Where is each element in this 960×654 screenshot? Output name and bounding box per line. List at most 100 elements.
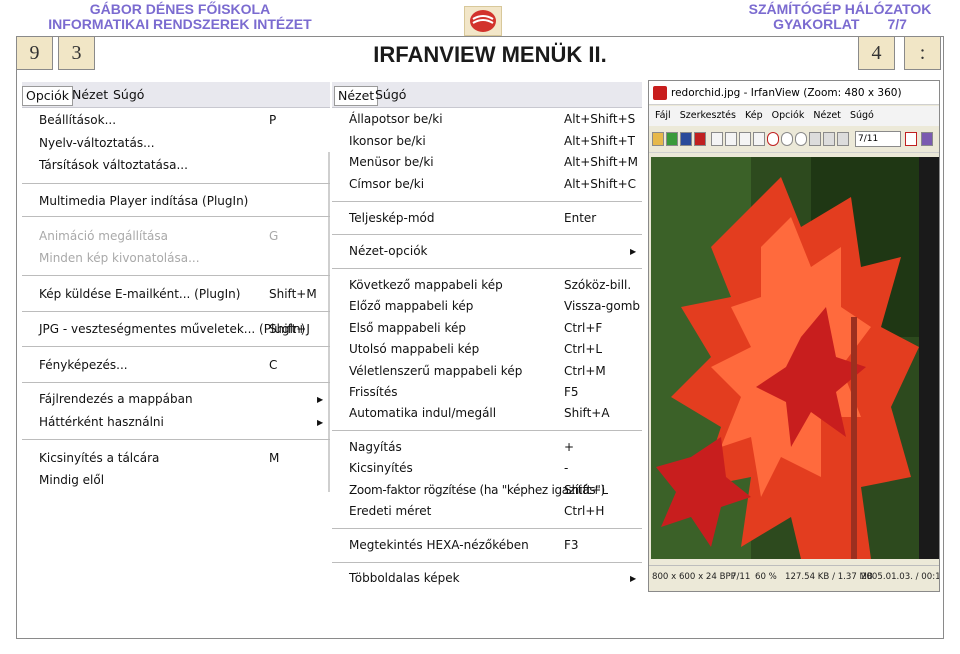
menu-item-zoom-rogzites[interactable]: Zoom-faktor rögzítése (ha "képhez igazít…: [332, 480, 642, 501]
menu-item-hexa[interactable]: Megtekintés HEXA-nézőkében F3: [332, 535, 642, 556]
zoom-out-icon[interactable]: [795, 132, 807, 146]
options-menu: Opciók Nézet Súgó Beállítások... P Nyelv-…: [22, 82, 330, 494]
status-filesize: 127.54 KB / 1.37 MB: [785, 572, 873, 582]
menu-item-menusor[interactable]: Menüsor be/ki Alt+Shift+M: [332, 152, 642, 173]
status-zoom: 60 %: [755, 572, 777, 582]
save-icon[interactable]: [680, 132, 692, 146]
irfanview-statusbar: 800 x 600 x 24 BPP 7/11 60 % 127.54 KB /…: [649, 565, 939, 587]
menu-sugo-2[interactable]: Súgó: [372, 86, 409, 106]
menu-item-fenykepezes[interactable]: Fényképezés... C: [22, 355, 330, 376]
menu-item-tarsitasok[interactable]: Társítások változtatása...: [22, 155, 330, 176]
menu-item-hatter[interactable]: Háttérként használni ▶: [22, 412, 330, 433]
menu-item-email[interactable]: Kép küldése E-mailként... (PlugIn) Shift+…: [22, 284, 330, 305]
submenu-arrow-icon: ▶: [317, 395, 324, 404]
menu-separator: [332, 430, 642, 431]
menu-item-nyelv[interactable]: Nyelv-változtatás...: [22, 133, 330, 154]
submenu-arrow-icon: ▶: [630, 574, 637, 583]
undo-icon[interactable]: [753, 132, 765, 146]
menu-item-veletlen[interactable]: Véletlenszerű mappabeli kép Ctrl+M: [332, 361, 642, 382]
info-icon[interactable]: [711, 132, 723, 146]
menu-item-mindig-elol[interactable]: Mindig elől: [22, 470, 330, 491]
stop-icon[interactable]: [767, 132, 779, 146]
menu-item-tobboldalas[interactable]: Többoldalas képek ▶: [332, 568, 642, 589]
menu-item-utolso[interactable]: Utolsó mappabeli kép Ctrl+L: [332, 339, 642, 360]
iv-menu-nezet[interactable]: Nézet: [813, 110, 841, 121]
nav-box-4[interactable]: :: [904, 36, 941, 70]
irfanview-toolbar: 7/11: [649, 127, 939, 153]
first-icon[interactable]: [837, 132, 849, 146]
menu-item-eredeti-meret[interactable]: Eredeti méret Ctrl+H: [332, 501, 642, 522]
menu-item-animacio: Animáció megállítása G: [39, 229, 279, 243]
slideshow-icon[interactable]: [666, 132, 678, 146]
iv-menu-opciok[interactable]: Opciók: [772, 110, 805, 121]
image-dark-edge: [919, 157, 939, 559]
menu-item-ikonsor[interactable]: Ikonsor be/ki Alt+Shift+T: [332, 131, 642, 152]
menu-separator: [332, 234, 642, 235]
menu-item-jpg[interactable]: JPG - veszteségmentes műveletek... (Plug…: [22, 319, 330, 340]
status-index: 7/11: [731, 572, 751, 582]
menu-opciok[interactable]: Opciók: [22, 86, 74, 106]
irfanview-app-icon: [653, 86, 667, 100]
menu-item-kivonatolas: Minden kép kivonatolása...: [39, 251, 200, 265]
course-name: SZÁMÍTÓGÉP HÁLÓZATOK: [748, 1, 932, 17]
institute-name: INFORMATIKAI RENDSZEREK INTÉZET: [48, 16, 312, 32]
menu-separator: [22, 382, 330, 383]
status-dimensions: 800 x 600 x 24 BPP: [652, 572, 736, 582]
menu-item-nezet-opciok[interactable]: Nézet-opciók ▶: [332, 241, 642, 262]
zoom-in-icon[interactable]: [781, 132, 793, 146]
menu-sugo[interactable]: Súgó: [110, 86, 147, 106]
options-menubar: Opciók Nézet Súgó: [22, 82, 330, 108]
irfanview-menubar: Fájl Szerkesztés Kép Opciók Nézet Súgó: [649, 106, 939, 126]
iv-menu-fajl[interactable]: Fájl: [655, 110, 671, 121]
menu-item-kicsinyites[interactable]: Kicsinyítés -: [332, 458, 642, 479]
menu-separator: [332, 528, 642, 529]
menu-separator: [22, 311, 330, 312]
submenu-arrow-icon: ▶: [317, 418, 324, 427]
menu-item-beallitasok[interactable]: Beállítások... P: [22, 110, 330, 131]
paste-icon[interactable]: [739, 132, 751, 146]
menu-item-multimedia[interactable]: Multimedia Player indítása (PlugIn): [22, 191, 330, 212]
menu-item-talcara[interactable]: Kicsinyítés a tálcára M: [22, 448, 330, 469]
menu-item-nagyitas[interactable]: Nagyítás +: [332, 437, 642, 458]
menu-item-elozo[interactable]: Előző mappabeli kép Vissza-gomb: [332, 296, 642, 317]
view-menu: Nézet Súgó Állapotsor be/ki Alt+Shift+S I…: [332, 82, 642, 592]
menu-separator: [22, 183, 330, 184]
next-icon[interactable]: [823, 132, 835, 146]
menu-item-frissites[interactable]: Frissítés F5: [332, 382, 642, 403]
course-header: SZÁMÍTÓGÉP HÁLÓZATOK GYAKORLAT 7/7: [720, 2, 960, 32]
page-number-field[interactable]: 7/11: [855, 131, 901, 147]
menu-item-elso[interactable]: Első mappabeli kép Ctrl+F: [332, 318, 642, 339]
status-datetime: 2005.01.03. / 00:13:50: [861, 572, 940, 582]
open-folder-icon[interactable]: [652, 132, 664, 146]
nav-box-2[interactable]: 3: [58, 36, 95, 70]
menu-item-kovetkezo[interactable]: Következő mappabeli kép Szóköz-bill.: [332, 275, 642, 296]
paint-icon[interactable]: [905, 132, 917, 146]
menu-separator: [22, 346, 330, 347]
irfanview-titlebar: redorchid.jpg - IrfanView (Zoom: 480 x 3…: [649, 81, 939, 105]
menu-separator: [22, 216, 330, 217]
iv-menu-kep[interactable]: Kép: [745, 110, 763, 121]
settings-icon[interactable]: [921, 132, 933, 146]
menu-separator: [332, 268, 642, 269]
previous-icon[interactable]: [809, 132, 821, 146]
page-counter: 7/7: [887, 16, 907, 32]
copy-icon[interactable]: [725, 132, 737, 146]
iv-menu-szerkesztes[interactable]: Szerkesztés: [680, 110, 736, 121]
iv-menu-sugo[interactable]: Súgó: [850, 110, 874, 121]
page-title: IRFANVIEW MENÜK II.: [373, 42, 607, 67]
menu-separator: [332, 201, 642, 202]
submenu-arrow-icon: ▶: [630, 247, 637, 256]
college-name: GÁBOR DÉNES FŐISKOLA: [89, 1, 271, 17]
menu-item-fajlrendezes[interactable]: Fájlrendezés a mappában ▶: [22, 389, 330, 410]
menu-separator: [332, 562, 642, 563]
delete-icon[interactable]: [694, 132, 706, 146]
college-logo: [464, 6, 502, 36]
menu-item-allapotsor[interactable]: Állapotsor be/ki Alt+Shift+S: [332, 109, 642, 130]
menu-nezet[interactable]: Nézet: [69, 86, 111, 106]
nav-box-3[interactable]: 4: [858, 36, 895, 70]
menu-item-teljeskep[interactable]: Teljeskép-mód Enter: [332, 208, 642, 229]
menu-item-cimsor[interactable]: Címsor be/ki Alt+Shift+C: [332, 174, 642, 195]
menu-item-automatika[interactable]: Automatika indul/megáll Shift+A: [332, 403, 642, 424]
view-menubar: Nézet Súgó: [332, 82, 642, 108]
nav-box-1[interactable]: 9: [16, 36, 53, 70]
